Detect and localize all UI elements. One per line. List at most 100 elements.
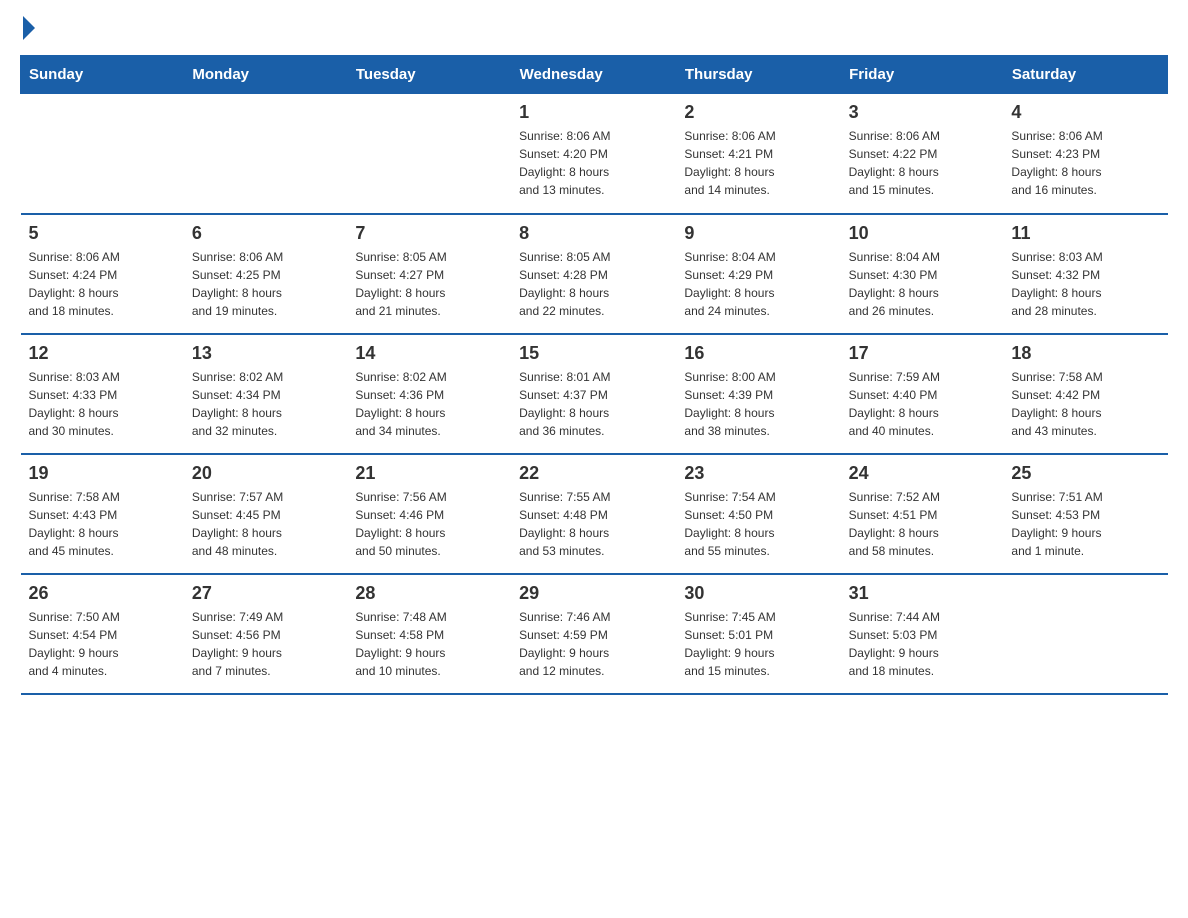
calendar-week-row: 12 Sunrise: 8:03 AM Sunset: 4:33 PM Dayli… [21,334,1168,454]
day-number: 4 [1011,102,1159,123]
day-number: 3 [849,102,996,123]
calendar-cell: 23Sunrise: 7:54 AM Sunset: 4:50 PM Dayli… [676,454,840,574]
day-number: 10 [849,223,996,244]
calendar-cell: 14 Sunrise: 8:02 AM Sunset: 4:36 PM Dayli… [347,334,511,454]
weekday-header-row: SundayMondayTuesdayWednesdayThursdayFrid… [21,56,1168,94]
day-number: 14 [355,343,503,364]
day-info: Sunrise: 7:55 AM Sunset: 4:48 PM Dayligh… [519,488,668,560]
day-info: Sunrise: 8:06 AM Sunset: 4:22 PM Dayligh… [849,127,996,199]
day-number: 27 [192,583,340,604]
day-number: 22 [519,463,668,484]
day-info: Sunrise: 8:06 AM Sunset: 4:20 PM Dayligh… [519,127,668,199]
day-info: Sunrise: 8:06 AM Sunset: 4:21 PM Dayligh… [684,127,832,199]
calendar-cell: 9Sunrise: 8:04 AM Sunset: 4:29 PM Daylig… [676,214,840,334]
day-info: Sunrise: 8:05 AM Sunset: 4:27 PM Dayligh… [355,248,503,320]
calendar-cell: 4Sunrise: 8:06 AM Sunset: 4:23 PM Daylig… [1003,94,1167,214]
day-number: 31 [849,583,996,604]
day-info: Sunrise: 7:57 AM Sunset: 4:45 PM Dayligh… [192,488,340,560]
day-number: 5 [29,223,176,244]
calendar-cell: 5 Sunrise: 8:06 AM Sunset: 4:24 PM Daylig… [21,214,184,334]
weekday-header-friday: Friday [841,56,1004,94]
day-info: Sunrise: 7:58 AM Sunset: 4:42 PM Dayligh… [1011,368,1159,440]
day-number: 21 [355,463,503,484]
weekday-header-sunday: Sunday [21,56,184,94]
calendar-cell: 21Sunrise: 7:56 AM Sunset: 4:46 PM Dayli… [347,454,511,574]
calendar-cell: 20 Sunrise: 7:57 AM Sunset: 4:45 PM Dayli… [184,454,348,574]
day-info: Sunrise: 7:49 AM Sunset: 4:56 PM Dayligh… [192,608,340,680]
weekday-header-wednesday: Wednesday [511,56,676,94]
calendar-cell: 12 Sunrise: 8:03 AM Sunset: 4:33 PM Dayli… [21,334,184,454]
calendar-cell: 24 Sunrise: 7:52 AM Sunset: 4:51 PM Dayli… [841,454,1004,574]
calendar-cell: 25Sunrise: 7:51 AM Sunset: 4:53 PM Dayli… [1003,454,1167,574]
day-number: 28 [355,583,503,604]
day-info: Sunrise: 8:02 AM Sunset: 4:34 PM Dayligh… [192,368,340,440]
day-number: 19 [29,463,176,484]
weekday-header-monday: Monday [184,56,348,94]
calendar-cell: 15 Sunrise: 8:01 AM Sunset: 4:37 PM Dayli… [511,334,676,454]
logo-arrow-icon [23,16,35,40]
weekday-header-tuesday: Tuesday [347,56,511,94]
calendar-cell: 17 Sunrise: 7:59 AM Sunset: 4:40 PM Dayli… [841,334,1004,454]
calendar-cell: 6 Sunrise: 8:06 AM Sunset: 4:25 PM Daylig… [184,214,348,334]
day-number: 7 [355,223,503,244]
calendar-cell: 28 Sunrise: 7:48 AM Sunset: 4:58 PM Dayli… [347,574,511,694]
day-number: 1 [519,102,668,123]
day-info: Sunrise: 7:44 AM Sunset: 5:03 PM Dayligh… [849,608,996,680]
day-info: Sunrise: 7:58 AM Sunset: 4:43 PM Dayligh… [29,488,176,560]
day-info: Sunrise: 8:06 AM Sunset: 4:24 PM Dayligh… [29,248,176,320]
day-info: Sunrise: 7:48 AM Sunset: 4:58 PM Dayligh… [355,608,503,680]
calendar-cell [21,94,184,214]
calendar-body: 1 Sunrise: 8:06 AM Sunset: 4:20 PM Daylig… [21,94,1168,694]
day-info: Sunrise: 7:59 AM Sunset: 4:40 PM Dayligh… [849,368,996,440]
logo-top [20,20,35,40]
day-info: Sunrise: 7:50 AM Sunset: 4:54 PM Dayligh… [29,608,176,680]
day-info: Sunrise: 7:54 AM Sunset: 4:50 PM Dayligh… [684,488,832,560]
calendar-week-row: 26 Sunrise: 7:50 AM Sunset: 4:54 PM Dayli… [21,574,1168,694]
calendar-cell: 1 Sunrise: 8:06 AM Sunset: 4:20 PM Daylig… [511,94,676,214]
day-number: 15 [519,343,668,364]
day-number: 11 [1011,223,1159,244]
calendar-cell: 19 Sunrise: 7:58 AM Sunset: 4:43 PM Dayli… [21,454,184,574]
day-number: 26 [29,583,176,604]
day-number: 16 [684,343,832,364]
day-number: 12 [29,343,176,364]
day-number: 20 [192,463,340,484]
day-info: Sunrise: 7:45 AM Sunset: 5:01 PM Dayligh… [684,608,832,680]
calendar-cell: 3 Sunrise: 8:06 AM Sunset: 4:22 PM Daylig… [841,94,1004,214]
day-number: 24 [849,463,996,484]
day-number: 8 [519,223,668,244]
weekday-header-saturday: Saturday [1003,56,1167,94]
day-info: Sunrise: 8:03 AM Sunset: 4:33 PM Dayligh… [29,368,176,440]
day-number: 6 [192,223,340,244]
day-info: Sunrise: 8:02 AM Sunset: 4:36 PM Dayligh… [355,368,503,440]
calendar-cell: 8 Sunrise: 8:05 AM Sunset: 4:28 PM Daylig… [511,214,676,334]
calendar-cell [184,94,348,214]
calendar-cell [347,94,511,214]
day-number: 13 [192,343,340,364]
calendar-cell: 27 Sunrise: 7:49 AM Sunset: 4:56 PM Dayli… [184,574,348,694]
header-section [20,20,1168,40]
day-number: 18 [1011,343,1159,364]
day-info: Sunrise: 7:52 AM Sunset: 4:51 PM Dayligh… [849,488,996,560]
day-number: 2 [684,102,832,123]
weekday-header-thursday: Thursday [676,56,840,94]
day-info: Sunrise: 8:03 AM Sunset: 4:32 PM Dayligh… [1011,248,1159,320]
day-number: 17 [849,343,996,364]
day-info: Sunrise: 8:06 AM Sunset: 4:25 PM Dayligh… [192,248,340,320]
day-info: Sunrise: 8:05 AM Sunset: 4:28 PM Dayligh… [519,248,668,320]
calendar-cell: 10 Sunrise: 8:04 AM Sunset: 4:30 PM Dayli… [841,214,1004,334]
day-info: Sunrise: 7:46 AM Sunset: 4:59 PM Dayligh… [519,608,668,680]
calendar-week-row: 5 Sunrise: 8:06 AM Sunset: 4:24 PM Daylig… [21,214,1168,334]
day-info: Sunrise: 8:04 AM Sunset: 4:30 PM Dayligh… [849,248,996,320]
calendar-week-row: 19 Sunrise: 7:58 AM Sunset: 4:43 PM Dayli… [21,454,1168,574]
calendar-cell: 13 Sunrise: 8:02 AM Sunset: 4:34 PM Dayli… [184,334,348,454]
day-number: 30 [684,583,832,604]
day-info: Sunrise: 8:00 AM Sunset: 4:39 PM Dayligh… [684,368,832,440]
calendar-header: SundayMondayTuesdayWednesdayThursdayFrid… [21,56,1168,94]
day-info: Sunrise: 8:01 AM Sunset: 4:37 PM Dayligh… [519,368,668,440]
calendar-cell: 2 Sunrise: 8:06 AM Sunset: 4:21 PM Daylig… [676,94,840,214]
calendar-table: SundayMondayTuesdayWednesdayThursdayFrid… [20,55,1168,695]
calendar-cell: 18 Sunrise: 7:58 AM Sunset: 4:42 PM Dayli… [1003,334,1167,454]
day-number: 29 [519,583,668,604]
calendar-cell: 16 Sunrise: 8:00 AM Sunset: 4:39 PM Dayli… [676,334,840,454]
